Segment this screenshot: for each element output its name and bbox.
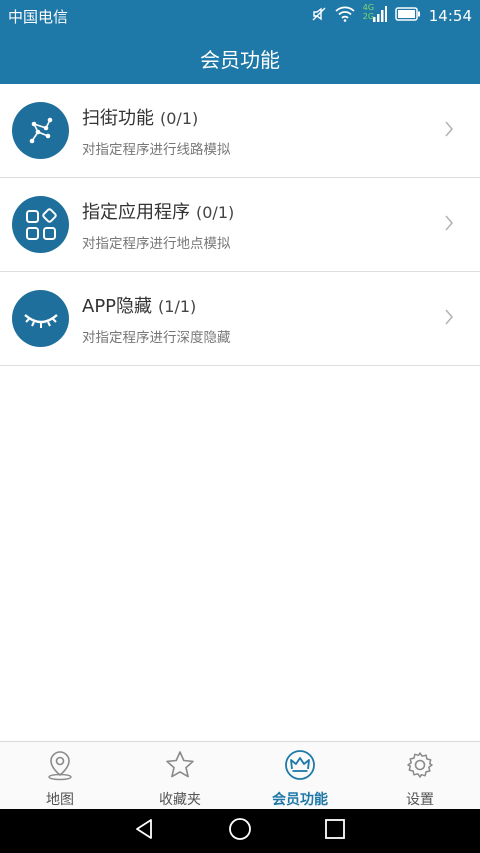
chevron-right-icon: [444, 120, 454, 142]
app-bar: 会员功能: [0, 32, 480, 84]
feature-list: 扫街功能 (0/1) 对指定程序进行线路模拟 指定应用程序 (0/1) 对指定程序进…: [0, 84, 480, 366]
feature-title: 扫街功能: [82, 107, 154, 129]
page-title: 会员功能: [200, 47, 280, 72]
crown-icon: [284, 749, 316, 785]
feature-title: APP隐藏: [82, 295, 153, 317]
tab-map[interactable]: 地图: [0, 742, 120, 809]
status-bar: 中国电信 4G 2G 14:54: [0, 0, 480, 32]
wifi-icon: [335, 6, 355, 26]
feature-title: 指定应用程序: [82, 201, 190, 223]
feature-count: (0/1): [196, 202, 235, 222]
tab-membership[interactable]: 会员功能: [240, 742, 360, 809]
recents-icon[interactable]: [324, 818, 346, 844]
feature-count: (0/1): [160, 108, 199, 128]
back-icon[interactable]: [134, 818, 156, 844]
chevron-right-icon: [444, 308, 454, 330]
clock: 14:54: [428, 7, 472, 25]
tab-favorites[interactable]: 收藏夹: [120, 742, 240, 809]
carrier-name: 中国电信: [8, 7, 69, 26]
feature-item-designated-app[interactable]: 指定应用程序 (0/1) 对指定程序进行地点模拟: [0, 178, 480, 272]
feature-subtitle: 对指定程序进行线路模拟: [82, 141, 231, 158]
feature-subtitle: 对指定程序进行深度隐藏: [82, 329, 231, 346]
tab-label: 收藏夹: [159, 792, 201, 808]
network-type: 4G 2G: [362, 3, 375, 21]
closed-eye-icon: [12, 290, 69, 347]
feature-item-street-scan[interactable]: 扫街功能 (0/1) 对指定程序进行线路模拟: [0, 84, 480, 178]
bottom-tab-bar: 地图 收藏夹 会员功能 设置: [0, 741, 480, 809]
feature-count: (1/1): [158, 296, 197, 316]
signal-icon: 4G 2G: [362, 3, 387, 27]
apps-grid-icon: [12, 196, 69, 253]
tab-label: 设置: [406, 792, 434, 808]
home-icon[interactable]: [228, 817, 252, 845]
feature-item-app-hide[interactable]: APP隐藏 (1/1) 对指定程序进行深度隐藏: [0, 272, 480, 366]
tab-label: 会员功能: [272, 792, 328, 808]
feature-subtitle: 对指定程序进行地点模拟: [82, 235, 231, 252]
system-nav-bar: [0, 809, 480, 853]
star-icon: [164, 749, 196, 785]
battery-icon: [395, 7, 421, 25]
tab-label: 地图: [46, 792, 74, 808]
map-pin-icon: [45, 749, 75, 785]
route-icon: [12, 102, 69, 159]
tab-settings[interactable]: 设置: [360, 742, 480, 809]
chevron-right-icon: [444, 214, 454, 236]
mute-icon: [311, 6, 327, 26]
gear-icon: [404, 749, 436, 785]
